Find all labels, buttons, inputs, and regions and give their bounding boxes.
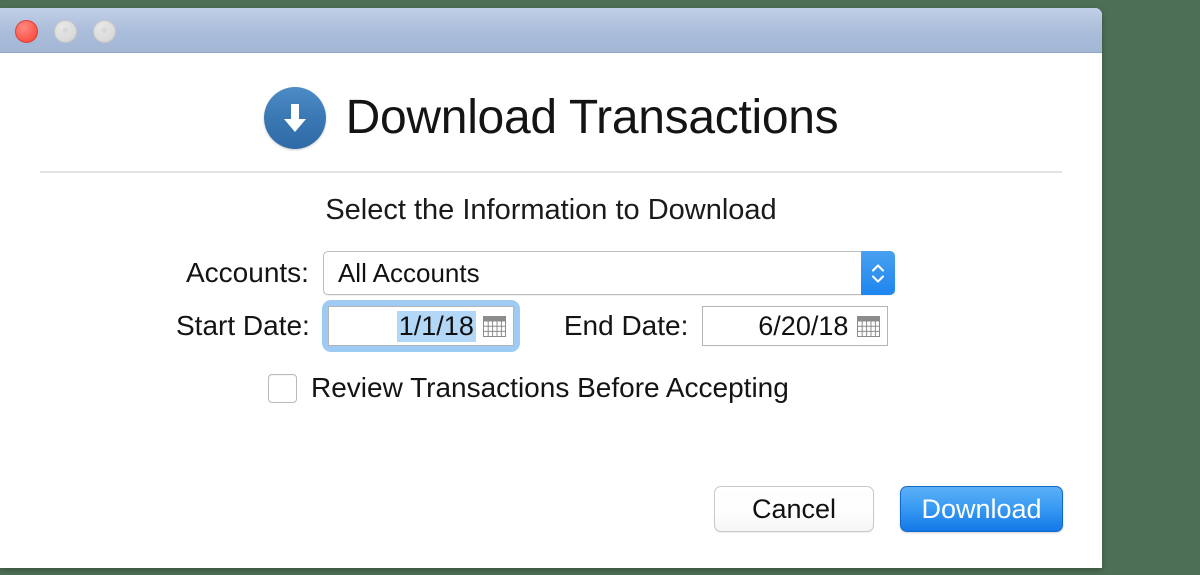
download-circle-icon <box>263 87 326 149</box>
end-date-value: 6/20/18 <box>758 310 849 341</box>
end-date-group: End Date: 6/20/18 <box>564 306 889 346</box>
review-transactions-checkbox[interactable] <box>268 373 297 403</box>
page-title: Download Transactions <box>345 91 839 144</box>
start-date-focus-ring: 1/1/18 <box>321 300 520 352</box>
dialog-content: Download Transactions Select the Informa… <box>0 53 1102 568</box>
end-date-label: End Date: <box>563 310 689 341</box>
dates-row: Start Date: 1/1/18 End Date: 6/20/18 <box>0 300 1102 352</box>
maximize-window-button[interactable] <box>93 20 116 43</box>
dialog-window: Download Transactions Select the Informa… <box>0 8 1102 568</box>
start-date-label: Start Date: <box>176 310 310 341</box>
start-date-value: 1/1/18 <box>396 310 476 342</box>
header-divider <box>40 171 1062 173</box>
calendar-icon[interactable] <box>482 315 506 337</box>
download-button[interactable]: Download <box>900 486 1063 532</box>
dialog-subtitle: Select the Information to Download <box>325 194 777 226</box>
review-row: Review Transactions Before Accepting <box>0 372 1102 404</box>
cancel-button[interactable]: Cancel <box>714 486 874 532</box>
accounts-row: Accounts: All Accounts <box>0 251 1102 295</box>
chevron-up-down-icon[interactable] <box>860 251 895 295</box>
download-form: Accounts: All Accounts Start Date: 1/1/1… <box>0 251 1102 404</box>
close-window-button[interactable] <box>15 20 38 43</box>
traffic-light-group <box>15 20 116 43</box>
accounts-label: Accounts: <box>186 257 309 288</box>
accounts-selected-value: All Accounts <box>337 257 480 288</box>
start-date-group: Start Date: 1/1/18 <box>176 300 520 352</box>
minimize-window-button[interactable] <box>54 20 77 43</box>
dialog-button-row: Cancel Download <box>714 486 1063 532</box>
start-date-input[interactable]: 1/1/18 <box>327 306 514 346</box>
end-date-input[interactable]: 6/20/18 <box>702 306 889 346</box>
accounts-select[interactable]: All Accounts <box>322 251 895 295</box>
window-titlebar <box>0 8 1102 53</box>
review-transactions-label: Review Transactions Before Accepting <box>311 372 789 403</box>
calendar-icon[interactable] <box>857 315 881 337</box>
dialog-header: Download Transactions <box>0 53 1102 149</box>
